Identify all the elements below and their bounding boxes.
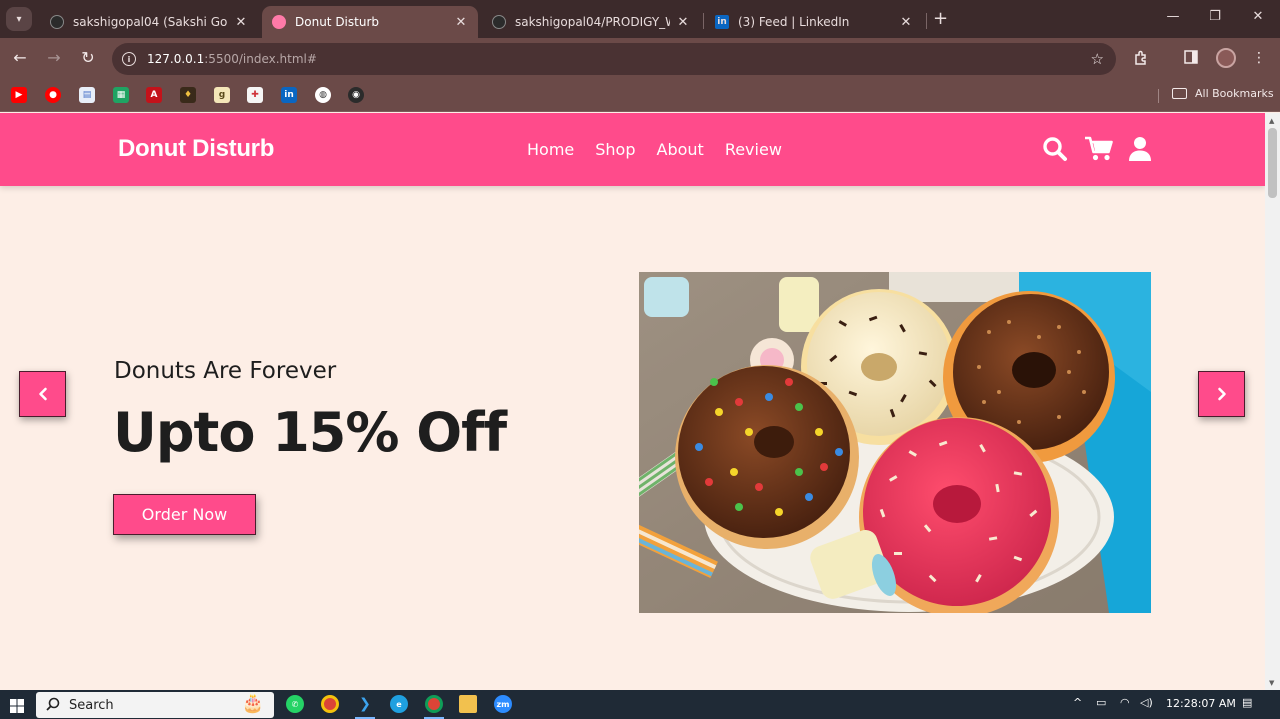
whatsapp-icon[interactable]: ✆	[286, 695, 304, 713]
close-tab-icon[interactable]: ✕	[234, 15, 248, 30]
globe-icon[interactable]: ◍	[315, 87, 331, 103]
linkedin-icon[interactable]: in	[281, 87, 297, 103]
bookmark-app-icon[interactable]: ✚	[247, 87, 263, 103]
wifi-icon[interactable]: ◠	[1120, 696, 1130, 709]
search-icon	[46, 696, 60, 715]
vscode-icon[interactable]: ❯	[356, 695, 374, 713]
profile-avatar[interactable]	[1216, 48, 1236, 68]
browser-tab-strip: ▾ sakshigopal04 (Sakshi Gopal) ✕ Donut D…	[0, 0, 1280, 38]
browser-tab[interactable]: in (3) Feed | LinkedIn ✕	[705, 6, 923, 38]
tab-title: Donut Disturb	[295, 15, 379, 29]
github-icon	[492, 15, 506, 29]
nav-link-home[interactable]: Home	[527, 140, 574, 159]
taskbar-search[interactable]: Search 🎂	[36, 692, 274, 718]
url-path: :5500/index.html#	[204, 52, 317, 66]
slider-prev-button[interactable]	[19, 371, 66, 417]
site-header: Donut Disturb Home Shop About Review	[0, 113, 1265, 186]
tab-search-button[interactable]: ▾	[6, 7, 32, 31]
browser-tab-active[interactable]: Donut Disturb ✕	[262, 6, 478, 38]
taskbar-search-label: Search	[69, 697, 114, 713]
chevron-right-icon	[1217, 387, 1226, 401]
reload-icon[interactable]: ↻	[78, 48, 98, 67]
github-icon[interactable]: ◉	[348, 87, 364, 103]
user-icon[interactable]	[1128, 136, 1154, 162]
bookmarks-separator	[1158, 89, 1159, 103]
chrome-icon[interactable]	[425, 695, 443, 713]
docs-icon[interactable]: ▤	[79, 87, 95, 103]
close-tab-icon[interactable]: ✕	[676, 15, 690, 30]
scroll-down-icon[interactable]: ▼	[1269, 679, 1274, 687]
page-scrollbar[interactable]: ▲ ▼	[1265, 113, 1280, 690]
close-tab-icon[interactable]: ✕	[899, 15, 913, 30]
tab-title: sakshigopal04/PRODIGY_WD_0	[515, 15, 670, 29]
scrollbar-thumb[interactable]	[1268, 128, 1277, 198]
hero-title: Upto 15% Off	[113, 401, 507, 464]
donut-icon	[272, 15, 286, 29]
menu-kebab-icon[interactable]: ⋮	[1250, 50, 1268, 66]
browser-toolbar: ← → ↻ i 127.0.0.1:5500/index.html# ☆ ⋮	[0, 38, 1280, 80]
tab-separator	[703, 13, 704, 29]
slider-next-button[interactable]	[1198, 371, 1245, 417]
file-explorer-icon[interactable]	[459, 695, 477, 713]
os-taskbar: Search 🎂 ✆ ❯ e zm ^ ▭ ◠ ◁) 12:28:07 AM ▤	[0, 690, 1280, 719]
cake-icon: 🎂	[241, 693, 264, 714]
side-panel-icon[interactable]	[1182, 50, 1200, 68]
tab-title: sakshigopal04 (Sakshi Gopal)	[73, 15, 228, 29]
close-window-icon[interactable]: ✕	[1248, 9, 1268, 24]
hero-donut-image	[639, 272, 1151, 613]
volume-icon[interactable]: ◁)	[1140, 696, 1153, 709]
site-info-icon[interactable]: i	[122, 52, 136, 66]
chevron-left-icon	[38, 387, 47, 401]
restore-icon[interactable]: ❐	[1205, 9, 1225, 24]
nav-link-about[interactable]: About	[657, 140, 704, 159]
cart-icon[interactable]	[1084, 136, 1114, 162]
notifications-icon[interactable]: ▤	[1242, 696, 1252, 709]
page-viewport: Donut Disturb Home Shop About Review Don…	[0, 113, 1265, 690]
site-logo[interactable]: Donut Disturb	[118, 135, 274, 163]
youtube-music-icon[interactable]: ●	[45, 87, 61, 103]
scroll-up-icon[interactable]: ▲	[1269, 117, 1274, 125]
nav-link-review[interactable]: Review	[725, 140, 782, 159]
zoom-icon[interactable]: zm	[494, 695, 512, 713]
sheets-icon[interactable]: ▦	[113, 87, 129, 103]
address-bar[interactable]: i 127.0.0.1:5500/index.html# ☆	[112, 43, 1116, 75]
goodreads-icon[interactable]: g	[214, 87, 230, 103]
battery-icon[interactable]: ▭	[1096, 696, 1106, 709]
url-host: 127.0.0.1	[147, 52, 205, 66]
all-bookmarks-button[interactable]: All Bookmarks	[1172, 87, 1274, 100]
chrome-icon[interactable]	[321, 695, 339, 713]
bookmark-star-icon[interactable]: ☆	[1091, 50, 1104, 68]
main-nav: Home Shop About Review	[527, 140, 803, 159]
edge-icon[interactable]: e	[390, 695, 408, 713]
tab-title: (3) Feed | LinkedIn	[738, 15, 850, 29]
tab-separator	[926, 13, 927, 29]
new-tab-button[interactable]: +	[933, 8, 948, 29]
search-icon[interactable]	[1042, 136, 1068, 162]
forward-icon[interactable]: →	[44, 48, 64, 67]
browser-tab[interactable]: sakshigopal04/PRODIGY_WD_0 ✕	[482, 6, 700, 38]
taskbar-clock[interactable]: 12:28:07 AM	[1166, 697, 1236, 710]
extensions-icon[interactable]	[1132, 50, 1150, 70]
folder-icon	[1172, 88, 1187, 99]
all-bookmarks-label: All Bookmarks	[1195, 87, 1274, 100]
linkedin-icon: in	[715, 15, 729, 29]
browser-tab[interactable]: sakshigopal04 (Sakshi Gopal) ✕	[40, 6, 258, 38]
minimize-icon[interactable]: —	[1163, 9, 1183, 24]
github-icon	[50, 15, 64, 29]
bookmark-app-icon[interactable]: ♦	[180, 87, 196, 103]
order-now-button[interactable]: Order Now	[113, 494, 256, 535]
windows-start-icon[interactable]	[10, 698, 24, 713]
back-icon[interactable]: ←	[10, 48, 30, 67]
tray-chevron-up-icon[interactable]: ^	[1073, 696, 1082, 709]
close-tab-icon[interactable]: ✕	[454, 15, 468, 30]
youtube-icon[interactable]: ▶	[11, 87, 27, 103]
bookmarks-bar: ▶ ● ▤ ▦ A ♦ g ✚ in ◍ ◉ All Bookmarks	[0, 80, 1280, 112]
hero-subtitle: Donuts Are Forever	[114, 358, 337, 384]
nav-link-shop[interactable]: Shop	[595, 140, 635, 159]
adobe-icon[interactable]: A	[146, 87, 162, 103]
